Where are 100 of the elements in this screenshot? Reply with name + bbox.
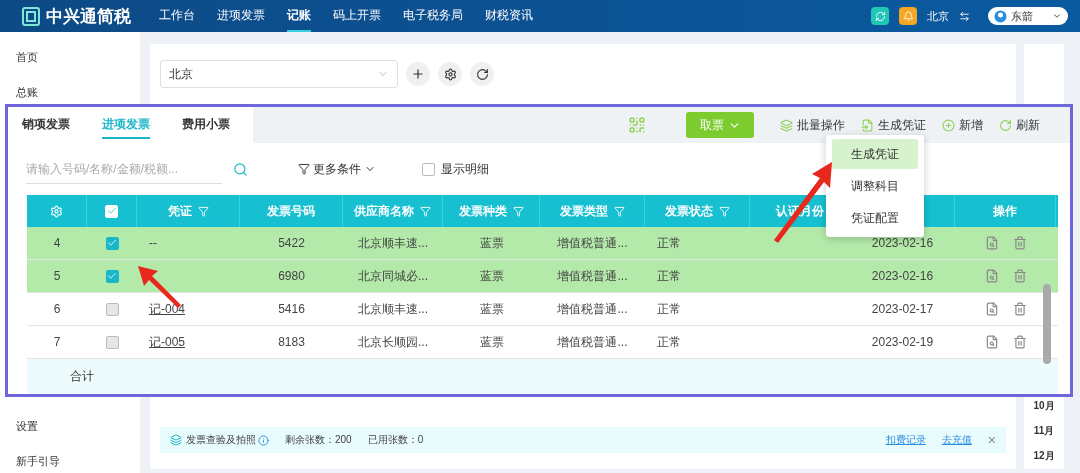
supplier-name: 北京同城必... <box>358 267 428 285</box>
invoice-type: 增值税普通... <box>557 267 628 285</box>
add-button[interactable] <box>406 62 430 86</box>
row-index: 5 <box>53 269 61 283</box>
filter-icon[interactable] <box>613 205 625 217</box>
toolbar-button[interactable]: 生成凭证 <box>861 116 926 134</box>
nav-tab[interactable]: 工作台 <box>159 0 195 32</box>
company-select[interactable]: 北京 <box>160 60 398 88</box>
toolbar-button[interactable]: 新增 <box>942 116 983 134</box>
table-row[interactable]: 5 6980 北京同城必... 蓝票 增值税普通... 正常 2023-02-16 <box>27 260 1058 293</box>
row-index: 6 <box>53 302 61 316</box>
nav-tab[interactable]: 码上开票 <box>333 0 381 32</box>
row-checkbox[interactable] <box>105 236 119 250</box>
check-icon <box>107 238 117 248</box>
qr-code-icon[interactable] <box>628 116 646 134</box>
settings-icon <box>443 67 457 81</box>
delete-icon[interactable] <box>1012 302 1027 316</box>
invoice-number: 8183 <box>278 335 305 349</box>
invoice-number: 5422 <box>278 236 305 250</box>
month-label[interactable]: 12月 <box>1033 449 1055 463</box>
table-row[interactable]: 4 -- 5422 北京顺丰速... 蓝票 增值税普通... 正常 2023-02-16 <box>27 227 1058 260</box>
sidebar-item[interactable]: 首页 <box>16 50 140 65</box>
view-icon[interactable] <box>984 269 999 283</box>
check-icon <box>106 206 117 216</box>
add-icon <box>942 118 955 132</box>
invoice-status: 正常 <box>657 333 681 351</box>
settings-button[interactable] <box>438 62 462 86</box>
invoice-kind: 蓝票 <box>479 267 504 285</box>
switch-icon[interactable] <box>959 10 970 22</box>
sidebar-item[interactable]: 总账 <box>16 85 140 100</box>
more-filter-button[interactable]: 更多条件 <box>292 159 382 179</box>
filter-icon[interactable] <box>420 205 431 217</box>
sync-icon[interactable] <box>871 7 889 25</box>
refresh-button[interactable] <box>470 62 494 86</box>
nav-tab[interactable]: 电子税务局 <box>403 0 463 32</box>
sidebar-item[interactable]: 新手引导 <box>16 454 140 469</box>
voucher-link[interactable]: 记-005 <box>149 333 186 351</box>
invoice-date: 2023-02-17 <box>871 302 934 316</box>
filter-icon[interactable] <box>197 205 209 217</box>
invoice-tab[interactable]: 销项发票 <box>22 111 70 139</box>
month-label[interactable]: 10月 <box>1033 399 1055 413</box>
nav-tab[interactable]: 记账 <box>287 0 311 32</box>
notice-link[interactable]: 去充值 <box>941 433 972 447</box>
column-header: 凭证 <box>167 202 192 220</box>
menu-item[interactable]: 生成凭证 <box>832 139 918 169</box>
invoice-status: 正常 <box>657 300 681 318</box>
plus-icon <box>411 67 425 81</box>
column-header: 发票种类 <box>458 202 507 220</box>
row-checkbox[interactable] <box>105 269 119 283</box>
row-index: 7 <box>53 335 61 349</box>
scrollbar[interactable] <box>1043 284 1051 364</box>
avatar-icon <box>994 9 1007 23</box>
used-count: 已用张数：0 <box>367 433 424 447</box>
voucher-icon <box>861 118 874 132</box>
show-detail-checkbox[interactable]: 显示明细 <box>422 160 489 178</box>
invoice-status: 正常 <box>657 234 681 252</box>
invoice-check-icon <box>170 434 182 446</box>
toolbar-button[interactable]: 刷新 <box>999 116 1040 134</box>
column-header: 发票类型 <box>559 202 608 220</box>
refresh-icon <box>999 118 1012 132</box>
app-name: 中兴通简税 <box>46 5 131 28</box>
invoice-number: 5416 <box>278 302 305 316</box>
month-label[interactable]: 11月 <box>1033 424 1055 438</box>
bell-icon[interactable] <box>899 7 917 25</box>
app-logo[interactable]: 中兴通简税 <box>22 4 131 28</box>
delete-icon[interactable] <box>1012 335 1027 349</box>
invoice-date: 2023-02-16 <box>871 236 934 250</box>
row-checkbox[interactable] <box>105 335 119 349</box>
select-all-checkbox[interactable] <box>105 204 118 218</box>
column-settings-icon[interactable] <box>50 204 63 218</box>
delete-icon[interactable] <box>1012 236 1027 250</box>
caret-icon <box>1052 11 1062 21</box>
notice-link[interactable]: 扣费记录 <box>885 433 926 447</box>
invoice-date: 2023-02-19 <box>871 335 934 349</box>
info-icon[interactable] <box>258 434 269 446</box>
view-icon[interactable] <box>984 302 999 316</box>
column-header: 发票状态 <box>664 202 713 220</box>
toolbar-button[interactable]: 批量操作 <box>780 116 845 134</box>
invoice-date: 2023-02-16 <box>871 269 934 283</box>
view-icon[interactable] <box>984 335 999 349</box>
logo-icon <box>22 6 40 26</box>
supplier-name: 北京顺丰速... <box>358 234 428 252</box>
filter-icon[interactable] <box>718 205 730 217</box>
supplier-name: 北京长顺园... <box>358 333 428 351</box>
filter-icon[interactable] <box>512 205 524 217</box>
invoice-tab[interactable]: 费用小票 <box>182 111 230 139</box>
row-index: 4 <box>53 236 61 250</box>
invoice-type: 增值税普通... <box>557 234 628 252</box>
user-menu[interactable]: 东箭 <box>988 7 1068 25</box>
column-header: 发票号码 <box>267 202 315 220</box>
invoice-status: 正常 <box>657 267 681 285</box>
view-icon[interactable] <box>984 236 999 250</box>
sidebar-item[interactable]: 设置 <box>16 419 140 434</box>
filter-icon <box>298 163 310 175</box>
row-checkbox[interactable] <box>105 302 119 316</box>
nav-tab[interactable]: 进项发票 <box>217 0 265 32</box>
delete-icon[interactable] <box>1012 269 1027 283</box>
search-icon[interactable] <box>233 161 248 177</box>
invoice-kind: 蓝票 <box>479 300 504 318</box>
nav-tab[interactable]: 财税资讯 <box>485 0 533 32</box>
